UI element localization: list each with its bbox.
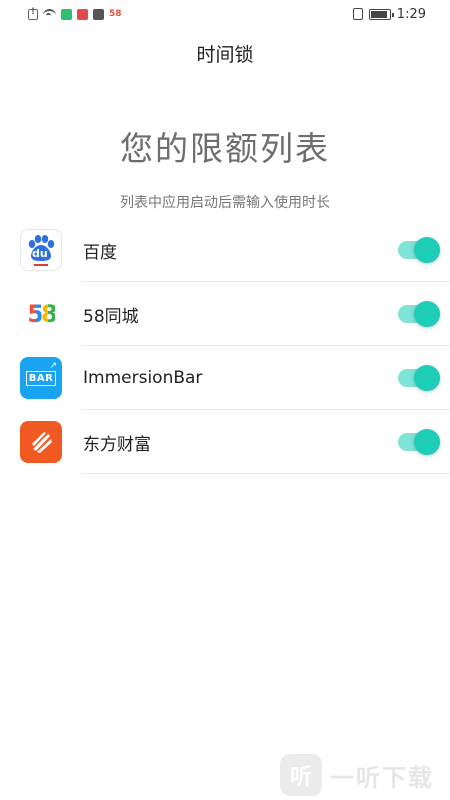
battery-icon	[368, 8, 394, 20]
toggle-knob	[414, 237, 440, 263]
toggle-knob	[414, 365, 440, 391]
app-name: ImmersionBar	[83, 368, 203, 388]
app-name: 58同城	[83, 306, 139, 327]
watermark-text: 一听下载	[330, 763, 434, 792]
toggle-knob	[414, 429, 440, 455]
wifi-icon	[43, 9, 56, 19]
baidu-icon-label: du	[32, 247, 48, 260]
immersionbar-app-icon: BAR ↗	[20, 357, 62, 399]
list-item-58[interactable]: 58 58同城	[20, 282, 450, 346]
status-bar: 58 1:29	[0, 0, 450, 28]
toggle-immersionbar[interactable]	[398, 365, 440, 391]
baidu-app-icon: du	[20, 229, 62, 271]
battery-level	[370, 10, 387, 18]
58-icon-label: 58	[27, 300, 57, 328]
app-notification-icon	[93, 8, 104, 20]
status-bar-right: 1:29	[352, 6, 426, 22]
alert-icon	[28, 7, 38, 20]
app-notification-icon	[77, 8, 88, 20]
58-icon-digits: 58	[27, 300, 57, 328]
page-title: 时间锁	[196, 44, 254, 66]
list-item-baidu[interactable]: du 百度	[20, 218, 450, 282]
list-item-immersionbar[interactable]: BAR ↗ ImmersionBar	[20, 346, 450, 410]
app-notification-icon	[61, 8, 72, 20]
app-name: 东方财富	[83, 434, 151, 455]
arrow-icon: ↗	[49, 361, 57, 371]
toggle-58[interactable]	[398, 301, 440, 327]
58-notification-icon: 58	[109, 8, 122, 19]
app-name: 百度	[83, 242, 117, 263]
watermark-logo: 听	[280, 754, 322, 796]
list-item-eastmoney[interactable]: 东方财富	[20, 410, 450, 474]
58-app-icon: 58	[20, 293, 62, 335]
eastmoney-app-icon	[20, 421, 62, 463]
watermark: 听 一听下载	[280, 750, 450, 800]
toggle-knob	[414, 301, 440, 327]
app-list: du 百度 58 58同城 BAR ↗ ImmersionBar 东方财富	[20, 218, 450, 474]
immersionbar-icon-label: BAR	[25, 370, 57, 386]
toggle-eastmoney[interactable]	[398, 429, 440, 455]
list-subtitle: 列表中应用启动后需输入使用时长	[120, 195, 330, 211]
status-bar-left: 58	[28, 7, 122, 20]
vibrate-icon	[352, 8, 363, 20]
list-heading: 您的限额列表	[120, 129, 330, 168]
toggle-baidu[interactable]	[398, 237, 440, 263]
status-time: 1:29	[396, 6, 426, 22]
